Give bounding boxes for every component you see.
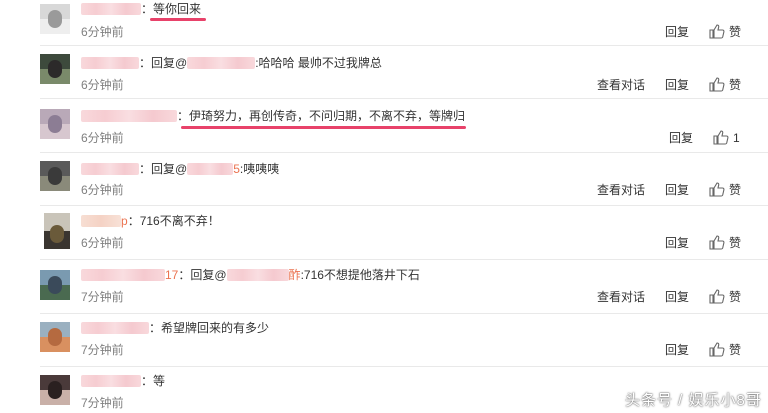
comment-text: ：等 <box>141 374 166 388</box>
comment-text: ：伊琦努力，再创传奇，不问归期，不离不弃，等牌归 <box>177 109 466 123</box>
reply-prefix: ：回复@ <box>178 268 227 282</box>
comment-time: 7分钟前 <box>81 396 124 410</box>
like-button[interactable]: 赞 <box>709 342 749 358</box>
username[interactable] <box>81 57 139 69</box>
reply-target-username[interactable] <box>187 163 234 175</box>
highlight-underline <box>150 18 206 21</box>
like-count: 赞 <box>729 290 742 304</box>
reply-button[interactable]: 回复 <box>665 289 689 305</box>
avatar[interactable] <box>44 213 70 249</box>
comment-item: p：716不离不弃！ 6分钟前 回复 赞 <box>0 206 768 260</box>
comment-text: :716不想提他落井下石 <box>300 268 420 282</box>
comment-time: 7分钟前 <box>81 290 124 304</box>
reply-target-suffix[interactable]: 酢 <box>289 266 301 284</box>
reply-button[interactable]: 回复 <box>665 182 689 198</box>
comment-time: 6分钟前 <box>81 131 124 145</box>
avatar[interactable] <box>40 4 70 34</box>
avatar[interactable] <box>40 161 70 191</box>
reply-prefix: ：回复@ <box>139 56 188 70</box>
like-button[interactable]: 赞 <box>709 289 749 305</box>
username[interactable] <box>81 163 139 175</box>
highlight-underline <box>181 126 466 129</box>
comment-time: 6分钟前 <box>81 78 124 92</box>
username[interactable] <box>81 3 141 15</box>
like-button[interactable]: 赞 <box>709 77 749 93</box>
reply-button[interactable]: 回复 <box>665 77 689 93</box>
reply-button[interactable]: 回复 <box>669 130 693 146</box>
reply-button[interactable]: 回复 <box>665 24 689 40</box>
avatar[interactable] <box>40 109 70 139</box>
comment-item: ：希望牌回来的有多少 7分钟前 回复 赞 <box>0 314 768 367</box>
like-count: 1 <box>733 131 740 145</box>
thumbs-up-icon <box>709 24 725 39</box>
view-conversation-button[interactable]: 查看对话 <box>597 182 645 198</box>
username[interactable] <box>81 269 165 281</box>
comment-time: 6分钟前 <box>81 183 124 197</box>
reply-target-username[interactable] <box>226 269 289 281</box>
comment-item: ：伊琦努力，再创传奇，不问归期，不离不弃，等牌归 6分钟前 回复 1 <box>0 99 768 153</box>
comment-text: :咦咦咦 <box>239 162 280 176</box>
avatar[interactable] <box>40 270 70 300</box>
username-suffix[interactable]: p <box>121 212 128 230</box>
reply-button[interactable]: 回复 <box>665 235 689 251</box>
like-button[interactable]: 赞 <box>709 235 749 251</box>
like-count: 赞 <box>729 78 742 92</box>
comment-item: ：回复@ 5:咦咦咦 6分钟前 查看对话 回复 赞 <box>0 153 768 206</box>
reply-target-username[interactable] <box>187 57 256 69</box>
thumbs-up-icon <box>709 182 725 197</box>
comment-time: 6分钟前 <box>81 25 124 39</box>
thumbs-up-icon <box>709 77 725 92</box>
comment-item: 17：回复@ 酢:716不想提他落井下石 7分钟前 查看对话 回复 赞 <box>0 260 768 314</box>
avatar[interactable] <box>40 322 70 352</box>
comment-text: ：等你回来 <box>141 2 202 16</box>
reply-button[interactable]: 回复 <box>665 342 689 358</box>
thumbs-up-icon <box>709 289 725 304</box>
comment-text: ：希望牌回来的有多少 <box>149 321 270 335</box>
like-count: 赞 <box>729 343 742 357</box>
avatar[interactable] <box>40 54 70 84</box>
username-suffix[interactable]: 17 <box>165 266 178 284</box>
comment-text: :哈哈哈 最帅不过我牌总 <box>255 56 382 70</box>
username[interactable] <box>81 375 141 387</box>
comment-text: ：716不离不弃！ <box>127 214 220 228</box>
view-conversation-button[interactable]: 查看对话 <box>597 289 645 305</box>
reply-target-suffix[interactable]: 5 <box>233 160 240 178</box>
comment-item: ：等你回来 6分钟前 回复 赞 <box>0 0 768 46</box>
username[interactable] <box>81 110 177 122</box>
comment-time: 6分钟前 <box>81 236 124 250</box>
comment-time: 7分钟前 <box>81 343 124 357</box>
like-button[interactable]: 1 <box>713 130 743 146</box>
like-count: 赞 <box>729 25 742 39</box>
like-button[interactable]: 赞 <box>709 182 749 198</box>
like-button[interactable]: 赞 <box>709 24 749 40</box>
thumbs-up-icon <box>713 130 729 145</box>
watermark: 头条号 / 娱乐小8哥 <box>625 392 762 409</box>
username[interactable] <box>81 215 121 227</box>
thumbs-up-icon <box>709 342 725 357</box>
like-count: 赞 <box>729 183 742 197</box>
comment-item: ：回复@ :哈哈哈 最帅不过我牌总 6分钟前 查看对话 回复 赞 <box>0 46 768 99</box>
like-count: 赞 <box>729 236 742 250</box>
view-conversation-button[interactable]: 查看对话 <box>597 77 645 93</box>
avatar[interactable] <box>40 375 70 405</box>
reply-prefix: ：回复@ <box>139 162 188 176</box>
thumbs-up-icon <box>709 235 725 250</box>
username[interactable] <box>81 322 149 334</box>
